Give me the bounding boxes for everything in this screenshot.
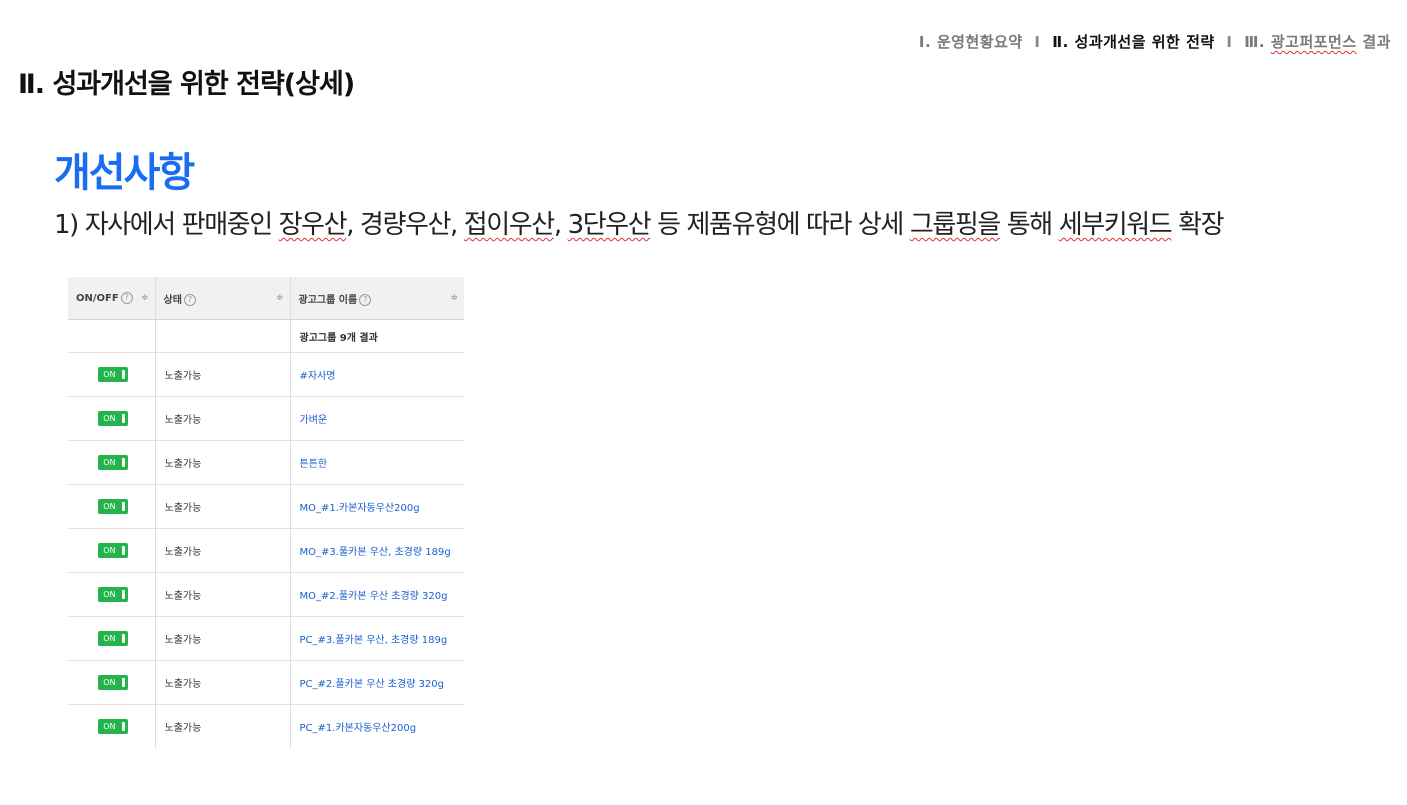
column-header-label: 광고그룹 이름 xyxy=(298,294,358,306)
on-off-toggle[interactable]: ON xyxy=(98,367,129,382)
on-off-toggle[interactable]: ON xyxy=(98,455,129,470)
group-name-link[interactable]: MO_#3.풀카본 우산, 초경량 189g xyxy=(300,547,451,558)
on-off-toggle[interactable]: ON xyxy=(98,631,129,646)
group-name-link[interactable]: 가벼운 xyxy=(300,415,328,426)
table-row: ON 노출가능 MO_#3.풀카본 우산, 초경량 189g xyxy=(68,528,464,573)
table-row: ON 노출가능 PC_#2.풀카본 우산 초경량 320g xyxy=(68,660,464,705)
status-cell: 노출가능 xyxy=(155,528,291,573)
nav-item-strategy[interactable]: Ⅱ. 성과개선을 위한 전략 xyxy=(1052,33,1214,51)
status-cell: 노출가능 xyxy=(155,704,291,748)
nav-separator: I xyxy=(1034,33,1041,51)
table-row: ON 노출가능 #자사명 xyxy=(68,352,464,397)
page-title: Ⅱ. 성과개선을 위한 전략(상세) xyxy=(18,69,355,100)
nav-item-performance-suffix: 결과 xyxy=(1356,33,1391,51)
toggle-cell: ON xyxy=(68,396,156,441)
group-name-link[interactable]: PC_#1.카본자동우산200g xyxy=(300,723,417,734)
on-off-toggle[interactable]: ON xyxy=(98,675,129,690)
group-name-cell: MO_#2.풀카본 우산 초경량 320g xyxy=(290,572,464,617)
desc-keyword: 3단우산 xyxy=(567,210,652,240)
toggle-cell: ON xyxy=(68,440,156,485)
group-name-cell: MO_#3.풀카본 우산, 초경량 189g xyxy=(290,528,464,573)
toggle-cell: ON xyxy=(68,660,156,705)
status-cell: 노출가능 xyxy=(155,440,291,485)
on-off-toggle[interactable]: ON xyxy=(98,499,129,514)
column-header-label: ON/OFF xyxy=(76,293,119,304)
group-name-cell: MO_#1.카본자동우산200g xyxy=(290,484,464,529)
sort-icon[interactable]: ≑ xyxy=(450,293,458,303)
summary-cell-empty xyxy=(155,319,291,353)
sort-icon[interactable]: ≑ xyxy=(141,293,149,303)
status-cell: 노출가능 xyxy=(155,616,291,661)
summary-cell-empty xyxy=(68,319,156,353)
toggle-cell: ON xyxy=(68,352,156,397)
on-off-toggle[interactable]: ON xyxy=(98,411,129,426)
help-icon[interactable]: ? xyxy=(183,293,196,306)
desc-keyword: 장우산 xyxy=(278,210,348,240)
help-icon[interactable]: ? xyxy=(120,292,133,304)
table-row: ON 노출가능 튼튼한 xyxy=(68,440,464,485)
group-name-link[interactable]: MO_#1.카본자동우산200g xyxy=(300,503,420,514)
section-heading: 개선사항 xyxy=(54,150,195,196)
status-cell: 노출가능 xyxy=(155,396,291,441)
group-name-cell: 튼튼한 xyxy=(290,440,464,485)
column-header-onoff[interactable]: ON/OFF? ≑ xyxy=(68,277,156,320)
column-header-status[interactable]: 상태? ≑ xyxy=(155,277,291,320)
group-name-cell: #자사명 xyxy=(290,352,464,397)
toggle-cell: ON xyxy=(68,704,156,748)
on-off-toggle[interactable]: ON xyxy=(98,587,129,602)
column-header-group-name[interactable]: 광고그룹 이름? ≑ xyxy=(290,277,464,320)
ad-group-table: ON/OFF? ≑ 상태? ≑ 광고그룹 이름? ≑ 광고그룹 9개 결과 ON 노출… xyxy=(68,277,464,748)
status-cell: 노출가능 xyxy=(155,572,291,617)
table-row: ON 노출가능 가벼운 xyxy=(68,396,464,441)
summary-text: 광고그룹 9개 결과 xyxy=(290,319,464,353)
desc-keyword: 그룹핑을 xyxy=(909,210,1001,240)
on-off-toggle[interactable]: ON xyxy=(98,543,129,558)
desc-text: , xyxy=(553,210,568,240)
toggle-cell: ON xyxy=(68,528,156,573)
group-name-link[interactable]: 튼튼한 xyxy=(300,459,328,470)
table-row: ON 노출가능 MO_#1.카본자동우산200g xyxy=(68,484,464,529)
group-name-cell: PC_#1.카본자동우산200g xyxy=(290,705,464,749)
nav-separator: I xyxy=(1226,33,1233,51)
table-row: ON 노출가능 PC_#1.카본자동우산200g xyxy=(68,704,464,749)
on-off-toggle[interactable]: ON xyxy=(98,719,129,734)
group-name-link[interactable]: MO_#2.풀카본 우산 초경량 320g xyxy=(300,591,448,602)
nav-item-summary[interactable]: Ⅰ. 운영현황요약 xyxy=(919,33,1023,51)
nav-item-performance-word: 광고퍼포먼스 xyxy=(1270,33,1357,51)
desc-keyword: 접이우산 xyxy=(463,210,555,240)
status-cell: 노출가능 xyxy=(155,484,291,529)
desc-text: , 경량우산, xyxy=(346,210,464,240)
nav-item-performance-prefix: Ⅲ. xyxy=(1244,33,1271,51)
desc-text: 확장 xyxy=(1171,210,1224,240)
group-name-cell: 가벼운 xyxy=(290,396,464,441)
desc-text: 통해 xyxy=(999,210,1059,240)
group-name-cell: PC_#3.풀카본 우산, 초경량 189g xyxy=(290,616,464,661)
table-row: ON 노출가능 PC_#3.풀카본 우산, 초경량 189g xyxy=(68,616,464,661)
nav-item-performance[interactable]: Ⅲ. 광고퍼포먼스 결과 xyxy=(1244,33,1391,51)
group-name-link[interactable]: PC_#2.풀카본 우산 초경량 320g xyxy=(300,679,445,690)
toggle-cell: ON xyxy=(68,484,156,529)
group-name-link[interactable]: PC_#3.풀카본 우산, 초경량 189g xyxy=(300,635,448,646)
sort-icon[interactable]: ≑ xyxy=(276,293,284,303)
desc-keyword: 세부키워드 xyxy=(1058,210,1173,240)
table-header-row: ON/OFF? ≑ 상태? ≑ 광고그룹 이름? ≑ xyxy=(68,277,464,320)
description-line: 1) 자사에서 판매중인 장우산, 경량우산, 접이우산, 3단우산 등 제품유… xyxy=(54,204,1225,241)
status-cell: 노출가능 xyxy=(155,660,291,705)
desc-text: 1) 자사에서 판매중인 xyxy=(54,210,279,240)
group-name-link[interactable]: #자사명 xyxy=(300,371,336,382)
column-header-label: 상태 xyxy=(163,294,182,306)
status-cell: 노출가능 xyxy=(155,352,291,397)
toggle-cell: ON xyxy=(68,616,156,661)
summary-row: 광고그룹 9개 결과 xyxy=(68,319,464,353)
desc-text: 등 제품유형에 따라 상세 xyxy=(650,210,910,240)
help-icon[interactable]: ? xyxy=(359,293,372,306)
section-navigation: Ⅰ. 운영현황요약 I Ⅱ. 성과개선을 위한 전략 I Ⅲ. 광고퍼포먼스 결… xyxy=(919,31,1391,52)
toggle-cell: ON xyxy=(68,572,156,617)
group-name-cell: PC_#2.풀카본 우산 초경량 320g xyxy=(290,660,464,705)
table-row: ON 노출가능 MO_#2.풀카본 우산 초경량 320g xyxy=(68,572,464,617)
